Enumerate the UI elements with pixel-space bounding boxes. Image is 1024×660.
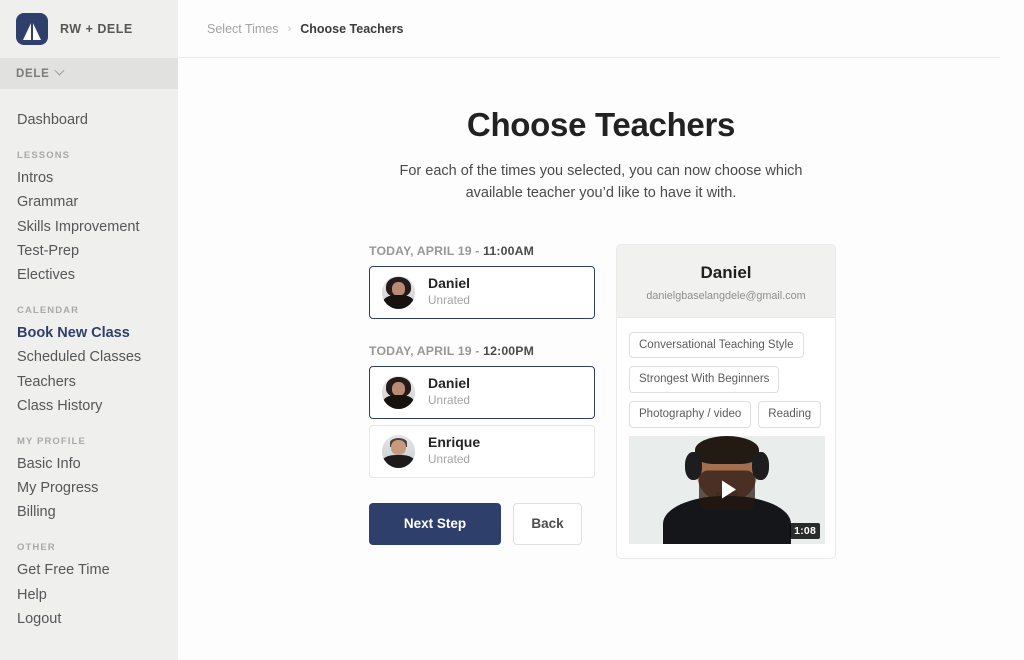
page-subtitle: For each of the times you selected, you …	[399, 163, 803, 201]
teacher-detail-panel: Daniel danielgbaselangdele@gmail.com Con…	[616, 243, 836, 559]
avatar	[382, 275, 415, 309]
page-title: Choose Teachers	[466, 106, 736, 143]
teacher-card[interactable]: Daniel Unrated	[369, 265, 595, 319]
teacher-rating: Unrated	[428, 392, 470, 407]
time-slot-date: TODAY, APRIL 19 -	[369, 243, 484, 258]
time-slot-group: TODAY, APRIL 19 - 11:00AM Daniel Unrated	[369, 244, 595, 319]
action-buttons: Next Step Back	[369, 502, 595, 545]
sidebar-item-book-new-class[interactable]: Book New Class	[0, 321, 178, 345]
teacher-panel-name: Daniel	[700, 262, 752, 282]
teacher-name: Enrique	[428, 434, 481, 451]
play-icon[interactable]	[699, 470, 755, 510]
sidebar-item-billing[interactable]: Billing	[0, 500, 178, 524]
sidebar-item-my-progress[interactable]: My Progress	[0, 476, 178, 500]
brand-name: RW + DELE	[60, 22, 133, 36]
chevron-down-icon	[55, 65, 65, 76]
sidebar-item-grammar[interactable]: Grammar	[0, 190, 178, 214]
teacher-tag-row: Photography / video Reading	[629, 400, 823, 428]
avatar	[382, 375, 415, 409]
time-slot-time: 11:00AM	[483, 243, 535, 258]
sidebar-item-test-prep[interactable]: Test-Prep	[0, 239, 178, 263]
teacher-panel-body: Conversational Teaching Style Strongest …	[617, 318, 835, 558]
org-name: DELE	[16, 67, 50, 80]
sidebar-item-logout[interactable]: Logout	[0, 607, 178, 631]
app-root: RW + DELE DELE Dashboard LESSONS Intros …	[0, 0, 1024, 660]
time-slot-date: TODAY, APRIL 19 -	[369, 343, 484, 358]
brand-row[interactable]: RW + DELE	[0, 0, 178, 58]
sidebar-item-teachers[interactable]: Teachers	[0, 370, 178, 394]
sidebar-item-dashboard[interactable]: Dashboard	[0, 108, 178, 132]
sail-logo-icon	[16, 13, 48, 45]
teacher-name: Daniel	[428, 375, 471, 392]
teacher-card[interactable]: Daniel Unrated	[369, 365, 595, 419]
sidebar-nav: Dashboard LESSONS Intros Grammar Skills …	[0, 89, 178, 631]
time-slot-time: 12:00PM	[483, 343, 535, 358]
sidebar-item-skills-improvement[interactable]: Skills Improvement	[0, 215, 178, 239]
teacher-rating: Unrated	[428, 451, 470, 466]
time-slot-label: TODAY, APRIL 19 - 11:00AM	[369, 244, 595, 258]
breadcrumb: Select Times › Choose Teachers	[178, 0, 1000, 58]
teacher-card[interactable]: Enrique Unrated	[369, 424, 595, 478]
sidebar: RW + DELE DELE Dashboard LESSONS Intros …	[0, 0, 178, 660]
teacher-tag[interactable]: Reading	[758, 400, 822, 428]
next-step-button[interactable]: Next Step	[369, 502, 501, 545]
teacher-tag-row: Conversational Teaching Style	[629, 331, 823, 359]
sidebar-group-other: OTHER	[17, 542, 56, 554]
time-slot-label: TODAY, APRIL 19 - 12:00PM	[369, 344, 595, 358]
sidebar-item-get-free-time[interactable]: Get Free Time	[0, 558, 178, 582]
teacher-tag-row: Strongest With Beginners	[629, 366, 823, 393]
video-duration-badge: 1:08	[790, 522, 820, 539]
teacher-panel-email: danielgbaselangdele@gmail.com	[646, 289, 806, 302]
sidebar-group-my-profile: MY PROFILE	[17, 435, 86, 447]
sidebar-item-intros[interactable]: Intros	[0, 166, 178, 190]
teacher-tag[interactable]: Conversational Teaching Style	[629, 331, 804, 359]
back-button[interactable]: Back	[513, 502, 582, 545]
breadcrumb-choose-teachers: Choose Teachers	[300, 21, 404, 36]
teacher-panel-header: Daniel danielgbaselangdele@gmail.com	[617, 244, 835, 318]
time-slot-list: TODAY, APRIL 19 - 11:00AM Daniel Unrated	[369, 244, 595, 545]
breadcrumb-select-times[interactable]: Select Times	[207, 22, 279, 36]
breadcrumb-separator-icon: ›	[287, 22, 292, 35]
sidebar-item-electives[interactable]: Electives	[0, 263, 178, 287]
sidebar-group-calendar: CALENDAR	[17, 305, 80, 317]
sidebar-group-lessons: LESSONS	[17, 150, 71, 162]
teacher-tag[interactable]: Strongest With Beginners	[629, 366, 780, 393]
org-switcher[interactable]: DELE	[0, 58, 178, 89]
sidebar-item-basic-info[interactable]: Basic Info	[0, 452, 178, 476]
avatar	[382, 434, 415, 468]
teacher-tag[interactable]: Photography / video	[629, 400, 752, 428]
booking-area: TODAY, APRIL 19 - 11:00AM Daniel Unrated	[178, 243, 1024, 559]
sidebar-item-help[interactable]: Help	[0, 583, 178, 607]
main-content: Select Times › Choose Teachers Choose Te…	[178, 0, 1024, 660]
teacher-intro-video[interactable]: 1:08	[629, 435, 825, 544]
teacher-name: Daniel	[428, 275, 471, 292]
sidebar-item-scheduled-classes[interactable]: Scheduled Classes	[0, 345, 178, 369]
time-slot-group: TODAY, APRIL 19 - 12:00PM Daniel Unrated	[369, 344, 595, 478]
teacher-rating: Unrated	[428, 292, 470, 307]
sidebar-item-class-history[interactable]: Class History	[0, 394, 178, 418]
